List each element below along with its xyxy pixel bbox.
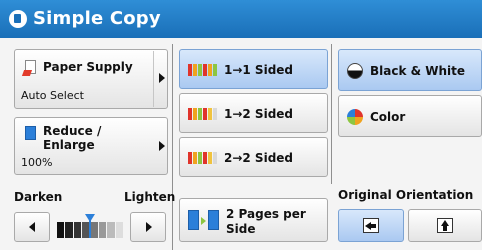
one-to-one-sided-button[interactable]: 1→1 Sided [179,49,328,89]
one-to-one-sided-label: 1→1 Sided [224,63,294,77]
column-divider [172,44,173,250]
page-title: Simple Copy [33,8,161,29]
title-bar: Simple Copy [0,0,482,38]
pages-per-side-button[interactable]: 2 Pages per Side [179,198,328,242]
lighten-label: Lighten [124,190,176,204]
black-white-label: Black & White [370,64,466,78]
color-icon [347,109,363,125]
reduce-enlarge-label-line1: Reduce / [43,124,102,138]
color-label: Color [370,110,406,124]
paper-icon [21,60,36,76]
one-to-two-sided-label: 1→2 Sided [224,107,294,121]
black-white-icon [347,63,363,79]
two-to-two-sided-button[interactable]: 2→2 Sided [179,137,328,177]
reduce-enlarge-value: 100% [21,156,53,169]
color-button[interactable]: Color [338,95,482,137]
reduce-enlarge-button[interactable]: Reduce / Enlarge 100% [14,117,168,175]
head-up-icon [437,218,453,233]
orientation-head-left-button[interactable] [338,209,404,242]
chevron-right-icon [159,73,165,83]
one-to-two-sided-button[interactable]: 1→2 Sided [179,93,328,133]
lighten-button[interactable] [130,212,166,242]
chevron-right-icon [159,141,165,151]
density-slider[interactable] [57,214,123,240]
head-left-icon [363,218,379,233]
black-white-button[interactable]: Black & White [338,49,482,91]
two-to-two-sided-label: 2→2 Sided [224,151,294,165]
original-orientation-label: Original Orientation [338,188,474,202]
orientation-head-up-button[interactable] [408,209,482,242]
one-to-two-sided-icon [188,108,218,120]
arrow-right-icon [146,222,152,232]
copy-icon [9,10,27,28]
paper-supply-label: Paper Supply [43,60,133,74]
one-sided-icon [188,64,218,76]
two-to-two-sided-icon [188,152,218,164]
pages-per-side-label-line2: Side [226,222,256,236]
reduce-enlarge-icon [25,126,36,140]
pages-per-side-label-line1: 2 Pages per [226,207,306,221]
darken-button[interactable] [14,212,50,242]
darken-label: Darken [14,190,63,204]
pages-per-side-icon [188,210,220,232]
arrow-left-icon [29,222,35,232]
paper-supply-button[interactable]: Paper Supply Auto Select [14,49,168,109]
reduce-enlarge-label-line2: Enlarge [43,138,95,152]
paper-supply-value: Auto Select [21,89,84,102]
column-divider [331,44,332,184]
